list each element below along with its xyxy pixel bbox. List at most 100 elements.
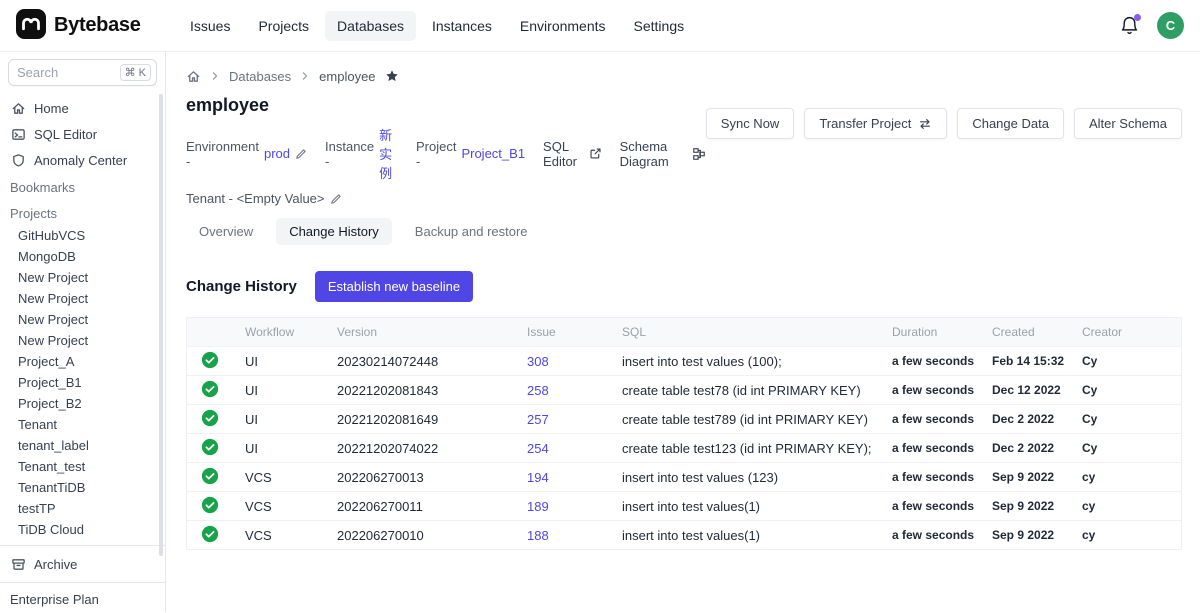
project-link[interactable]: Project_B1 bbox=[461, 146, 525, 161]
issue-link[interactable]: 308 bbox=[527, 354, 549, 369]
schema-diagram-shortcut[interactable]: Schema Diagram bbox=[620, 139, 706, 169]
sidebar-item-label: Home bbox=[34, 101, 69, 116]
creator-cell: Cy bbox=[1082, 412, 1181, 426]
sidebar-project-tenant-label[interactable]: tenant_label bbox=[0, 435, 165, 456]
sql-editor-shortcut[interactable]: SQL Editor bbox=[543, 139, 602, 169]
sidebar-project-project-a[interactable]: Project_A bbox=[0, 351, 165, 372]
breadcrumb-item-databases[interactable]: Databases bbox=[229, 69, 291, 84]
breadcrumb-home-icon[interactable] bbox=[186, 69, 201, 84]
nav-item-databases[interactable]: Databases bbox=[325, 11, 416, 41]
search-shortcut-badge: ⌘ K bbox=[120, 64, 151, 81]
issue-cell: 257 bbox=[527, 412, 622, 427]
sidebar-project-tenanttidb[interactable]: TenantTiDB bbox=[0, 477, 165, 498]
creator-cell: Cy bbox=[1082, 441, 1181, 455]
nav-item-environments[interactable]: Environments bbox=[508, 11, 618, 41]
anomaly-center-icon bbox=[10, 152, 26, 168]
version-cell: 20230214072448 bbox=[337, 354, 527, 369]
environment-link[interactable]: prod bbox=[264, 146, 290, 161]
sync-now-button[interactable]: Sync Now bbox=[706, 108, 795, 139]
topbar-right: C bbox=[1119, 12, 1184, 39]
breadcrumb-item-employee[interactable]: employee bbox=[319, 69, 375, 84]
table-row: VCS202206270013194insert into test value… bbox=[187, 462, 1181, 491]
issue-cell: 254 bbox=[527, 441, 622, 456]
table-row: VCS202206270011189 insert into test value… bbox=[187, 491, 1181, 520]
created-cell: Dec 2 2022 bbox=[992, 441, 1082, 455]
top-bar: Bytebase IssuesProjectsDatabasesInstance… bbox=[0, 0, 1200, 52]
sidebar-project-project-b2[interactable]: Project_B2 bbox=[0, 393, 165, 414]
notifications-button[interactable] bbox=[1119, 15, 1141, 37]
top-navigation: IssuesProjectsDatabasesInstancesEnvironm… bbox=[178, 11, 696, 41]
bookmark-star-icon[interactable] bbox=[385, 69, 399, 83]
sidebar-project-tenant-test[interactable]: Tenant_test bbox=[0, 456, 165, 477]
sidebar-project-new-project[interactable]: New Project bbox=[0, 309, 165, 330]
project-label: Project - bbox=[416, 139, 456, 169]
creator-cell: cy bbox=[1082, 528, 1181, 542]
sidebar-item-home[interactable]: Home bbox=[0, 95, 165, 121]
user-avatar[interactable]: C bbox=[1157, 12, 1184, 39]
version-cell: 202206270013 bbox=[337, 470, 527, 485]
issue-link[interactable]: 188 bbox=[527, 528, 549, 543]
issue-link[interactable]: 194 bbox=[527, 470, 549, 485]
sidebar-project-tidb-cloud[interactable]: TiDB Cloud bbox=[0, 519, 165, 540]
change-history-table: WorkflowVersionIssueSQLDurationCreatedCr… bbox=[186, 317, 1182, 550]
created-cell: Sep 9 2022 bbox=[992, 470, 1082, 484]
instance-link[interactable]: 新实例 bbox=[379, 125, 398, 182]
search-input[interactable]: ⌘ K bbox=[8, 59, 157, 86]
sql-cell: insert into test values(1) bbox=[622, 499, 892, 514]
schema-diagram-icon bbox=[692, 147, 706, 161]
issue-link[interactable]: 257 bbox=[527, 412, 549, 427]
status-success-icon bbox=[201, 496, 219, 517]
archive-label: Archive bbox=[34, 557, 77, 572]
tab-change-history[interactable]: Change History bbox=[276, 218, 392, 245]
column-header-workflow: Workflow bbox=[245, 325, 337, 339]
issue-link[interactable]: 258 bbox=[527, 383, 549, 398]
sidebar-item-label: SQL Editor bbox=[34, 127, 97, 142]
created-cell: Sep 9 2022 bbox=[992, 499, 1082, 513]
page-title: employee bbox=[186, 95, 706, 116]
button-label: Change Data bbox=[972, 116, 1049, 131]
nav-item-settings[interactable]: Settings bbox=[622, 11, 697, 41]
tab-overview[interactable]: Overview bbox=[186, 218, 266, 245]
edit-pencil-icon[interactable] bbox=[330, 193, 342, 205]
change-data-button[interactable]: Change Data bbox=[957, 108, 1064, 139]
plan-badge: Enterprise Plan bbox=[0, 588, 165, 611]
sidebar-item-archive[interactable]: Archive bbox=[0, 551, 165, 577]
nav-item-issues[interactable]: Issues bbox=[178, 11, 242, 41]
alter-schema-button[interactable]: Alter Schema bbox=[1074, 108, 1182, 139]
sidebar-project-githubvcs[interactable]: GitHubVCS bbox=[0, 225, 165, 246]
sidebar-project-testtp[interactable]: testTP bbox=[0, 498, 165, 519]
issue-link[interactable]: 189 bbox=[527, 499, 549, 514]
status-success-icon bbox=[201, 409, 219, 430]
sidebar-project-tenant[interactable]: Tenant bbox=[0, 414, 165, 435]
column-header-creator: Creator bbox=[1082, 325, 1181, 339]
nav-item-instances[interactable]: Instances bbox=[420, 11, 504, 41]
sql-cell: create table test789 (id int PRIMARY KEY… bbox=[622, 412, 892, 427]
tab-backup-and-restore[interactable]: Backup and restore bbox=[402, 218, 541, 245]
nav-item-projects[interactable]: Projects bbox=[246, 11, 321, 41]
workflow-cell: UI bbox=[245, 412, 337, 427]
schema-diagram-label: Schema Diagram bbox=[620, 139, 687, 169]
chevron-right-icon bbox=[210, 71, 220, 81]
search-field[interactable] bbox=[17, 65, 113, 80]
button-label: Sync Now bbox=[721, 116, 780, 131]
brand-name: Bytebase bbox=[54, 14, 141, 37]
issue-link[interactable]: 254 bbox=[527, 441, 549, 456]
transfer-project-button[interactable]: Transfer Project bbox=[804, 108, 947, 139]
sidebar-project-project-b1[interactable]: Project_B1 bbox=[0, 372, 165, 393]
brand[interactable]: Bytebase bbox=[16, 9, 178, 42]
sidebar-project-new-project[interactable]: New Project bbox=[0, 330, 165, 351]
duration-cell: a few seconds bbox=[892, 470, 992, 484]
sidebar-project-new-project[interactable]: New Project bbox=[0, 267, 165, 288]
sidebar-item-sql-editor[interactable]: SQL Editor bbox=[0, 121, 165, 147]
version-cell: 202206270011 bbox=[337, 499, 527, 514]
bytebase-app: Bytebase IssuesProjectsDatabasesInstance… bbox=[0, 0, 1200, 612]
sidebar-item-anomaly-center[interactable]: Anomaly Center bbox=[0, 147, 165, 173]
workflow-cell: VCS bbox=[245, 499, 337, 514]
sidebar-divider bbox=[0, 582, 165, 583]
sidebar-project-new-project[interactable]: New Project bbox=[0, 288, 165, 309]
sidebar-scrollbar[interactable] bbox=[159, 94, 163, 556]
sidebar-project-mongodb[interactable]: MongoDB bbox=[0, 246, 165, 267]
establish-baseline-button[interactable]: Establish new baseline bbox=[315, 271, 473, 302]
duration-cell: a few seconds bbox=[892, 383, 992, 397]
edit-pencil-icon[interactable] bbox=[295, 148, 307, 160]
